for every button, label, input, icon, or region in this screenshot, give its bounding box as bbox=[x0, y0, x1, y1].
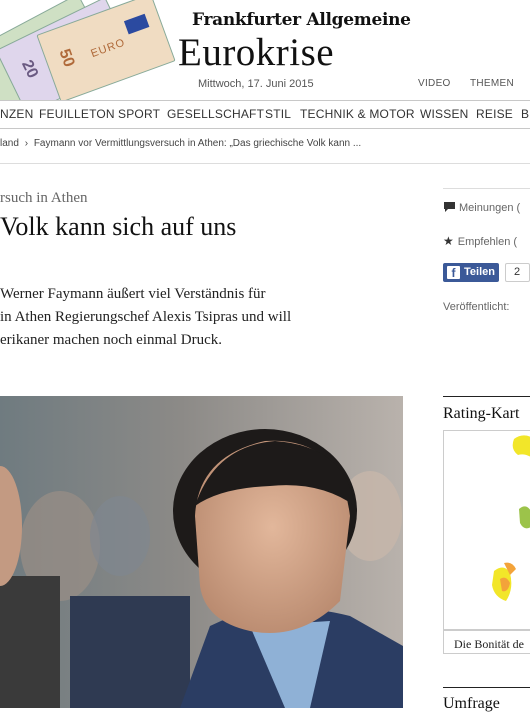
nav-item-stil[interactable]: STIL bbox=[265, 107, 291, 121]
rating-map-title: Rating-Kart bbox=[443, 405, 520, 422]
video-link[interactable]: VIDEO bbox=[418, 78, 451, 89]
opinions-link[interactable]: Meinungen ( bbox=[443, 201, 520, 214]
teaser-line: in Athen Regierungschef Alexis Tsipras u… bbox=[0, 309, 292, 325]
themen-link[interactable]: THEMEN bbox=[470, 78, 514, 89]
nav-item-sport[interactable]: SPORT bbox=[118, 107, 160, 121]
recommend-label: Empfehlen ( bbox=[457, 236, 518, 248]
teaser-line: erikaner machen noch einmal Druck. bbox=[0, 332, 222, 348]
eu-flag-icon bbox=[123, 13, 150, 35]
star-icon: ★ bbox=[443, 234, 454, 248]
facebook-share-button[interactable]: f Teilen bbox=[443, 263, 499, 282]
divider bbox=[443, 396, 530, 397]
euro-banknotes-illustration: 20 50 EURO bbox=[0, 0, 180, 100]
rating-map[interactable] bbox=[443, 430, 530, 630]
divider bbox=[0, 163, 530, 164]
article-teaser: Werner Faymann äußert viel Verständnis f… bbox=[0, 283, 360, 352]
nav-item-feuilleton[interactable]: FEUILLETON bbox=[39, 107, 115, 121]
nav-item-finanzen[interactable]: NZEN bbox=[0, 107, 33, 121]
nav-item-beruf[interactable]: B bbox=[521, 107, 529, 121]
breadcrumb-current: Faymann vor Vermittlungsversuch in Athen… bbox=[33, 138, 362, 149]
chevron-right-icon: › bbox=[24, 138, 29, 149]
nav-item-gesellschaft[interactable]: GESELLSCHAFT bbox=[167, 107, 264, 121]
divider bbox=[443, 687, 530, 688]
faz-logo[interactable]: Frankfurter Allgemeine bbox=[192, 10, 411, 30]
article-photo-image bbox=[0, 396, 403, 708]
survey-title: Umfrage bbox=[443, 695, 500, 712]
section-title: Eurokrise bbox=[178, 31, 335, 74]
breadcrumb: land › Faymann vor Vermittlungsversuch i… bbox=[0, 138, 361, 149]
published-label: Veröffentlicht: bbox=[443, 301, 510, 313]
share-label: Teilen bbox=[464, 266, 495, 278]
article-photo[interactable] bbox=[0, 396, 403, 708]
speech-bubble-icon bbox=[444, 202, 455, 212]
nav-item-reise[interactable]: REISE bbox=[476, 107, 513, 121]
divider bbox=[443, 188, 530, 189]
article-kicker: rsuch in Athen bbox=[0, 190, 88, 206]
share-count: 2 bbox=[505, 263, 530, 282]
main-navigation: NZEN FEUILLETON SPORT GESELLSCHAFT STIL … bbox=[0, 100, 530, 129]
facebook-icon: f bbox=[447, 266, 460, 280]
banknote-value-20: 20 bbox=[18, 57, 42, 82]
opinions-label: Meinungen ( bbox=[459, 202, 521, 214]
site-header: 20 50 EURO Frankfurter Allgemeine Eurokr… bbox=[0, 0, 530, 100]
share-count-value: 2 bbox=[514, 266, 521, 278]
article-headline: Volk kann sich auf uns bbox=[0, 212, 237, 241]
recommend-link[interactable]: ★ Empfehlen ( bbox=[443, 234, 517, 248]
nav-item-wissen[interactable]: WISSEN bbox=[420, 107, 469, 121]
header-date: Mittwoch, 17. Juni 2015 bbox=[198, 78, 314, 90]
banknote-value-50: 50 bbox=[55, 46, 78, 70]
nav-item-technik-motor[interactable]: TECHNIK & MOTOR bbox=[300, 107, 415, 121]
rating-map-image bbox=[492, 435, 530, 601]
banknote-euro-text: EURO bbox=[89, 36, 127, 61]
teaser-line: Werner Faymann äußert viel Verständnis f… bbox=[0, 286, 266, 302]
breadcrumb-parent-link[interactable]: land bbox=[0, 138, 19, 149]
rating-map-caption[interactable]: Die Bonität de bbox=[443, 630, 530, 654]
